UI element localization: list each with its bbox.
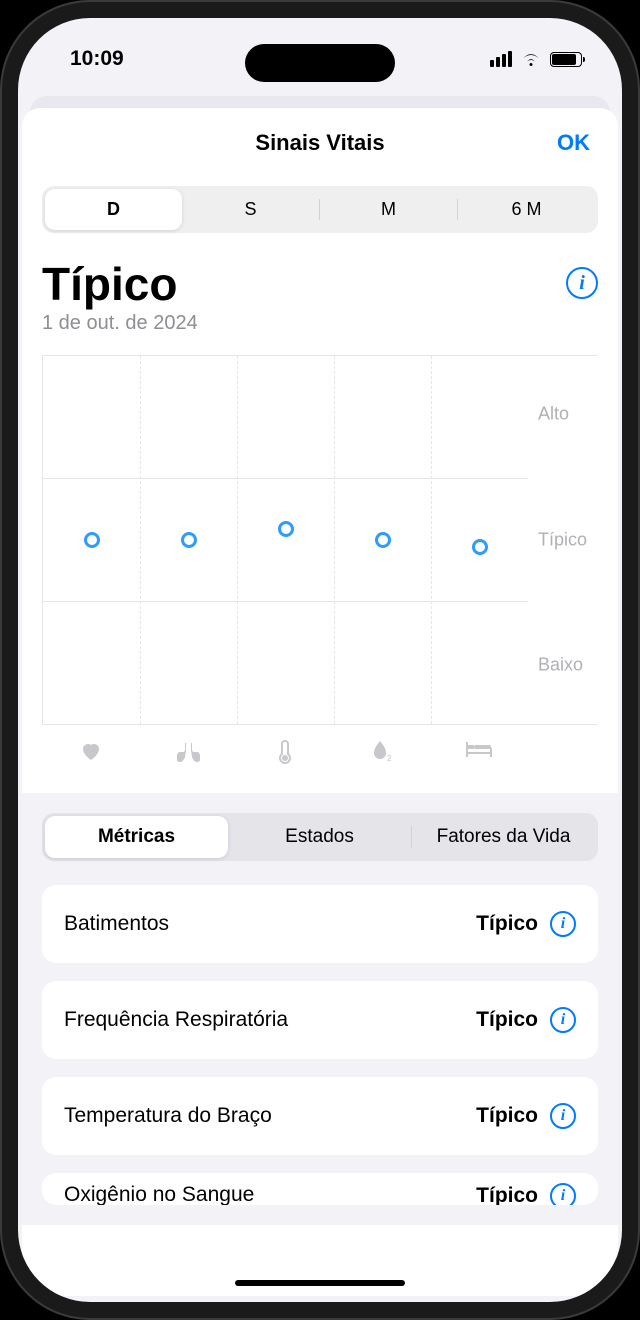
info-icon[interactable]: i — [550, 1103, 576, 1129]
info-icon[interactable]: i — [550, 911, 576, 937]
tab-metrics[interactable]: Métricas — [45, 816, 228, 858]
page-title: Sinais Vitais — [255, 130, 384, 156]
range-tab-month[interactable]: M — [320, 189, 457, 230]
time-range-segmented[interactable]: D S M 6 M — [42, 186, 598, 233]
metric-label: Temperatura do Braço — [64, 1104, 272, 1128]
chart-point-sleep — [472, 539, 488, 555]
range-tab-6month[interactable]: 6 M — [458, 189, 595, 230]
metric-label: Batimentos — [64, 912, 169, 936]
metric-status: Típico — [476, 1104, 538, 1128]
summary-date: 1 de out. de 2024 — [42, 312, 198, 335]
tab-life-factors[interactable]: Fatores da Vida — [412, 816, 595, 858]
ok-button[interactable]: OK — [557, 130, 590, 156]
metric-label: Oxigênio no Sangue — [64, 1183, 254, 1205]
metric-row-wrist-temp[interactable]: Temperatura do Braço Típico i — [42, 1077, 598, 1155]
metric-status: Típico — [476, 1008, 538, 1032]
lungs-icon — [139, 739, 236, 765]
bed-icon — [431, 739, 528, 765]
svg-text:2: 2 — [387, 754, 392, 763]
chart-point-temperature — [278, 521, 294, 537]
summary-status: Típico — [42, 259, 198, 310]
range-tab-day[interactable]: D — [45, 189, 182, 230]
chart-point-lungs — [181, 532, 197, 548]
status-time: 10:09 — [70, 47, 124, 71]
tab-states[interactable]: Estados — [228, 816, 411, 858]
metric-row-respiratory[interactable]: Frequência Respiratória Típico i — [42, 981, 598, 1059]
y-label-typical: Típico — [538, 529, 587, 550]
y-label-low: Baixo — [538, 654, 583, 675]
metric-label: Frequência Respiratória — [64, 1008, 288, 1032]
battery-icon — [550, 52, 582, 67]
home-indicator[interactable] — [235, 1280, 405, 1286]
metric-status: Típico — [476, 912, 538, 936]
y-label-high: Alto — [538, 404, 569, 425]
range-tab-week[interactable]: S — [182, 189, 319, 230]
metric-row-blood-oxygen[interactable]: Oxigênio no Sangue Típico i — [42, 1173, 598, 1205]
metric-status: Típico — [476, 1184, 538, 1205]
thermometer-icon — [236, 739, 333, 765]
info-icon[interactable]: i — [550, 1183, 576, 1205]
cellular-icon — [490, 51, 512, 67]
metric-row-heartrate[interactable]: Batimentos Típico i — [42, 885, 598, 963]
oxygen-icon: 2 — [334, 739, 431, 765]
status-indicators — [490, 51, 582, 67]
heart-icon — [42, 739, 139, 765]
chart-point-heart — [84, 532, 100, 548]
section-segmented[interactable]: Métricas Estados Fatores da Vida — [42, 813, 598, 861]
wifi-icon — [520, 51, 542, 67]
vitals-chart[interactable]: Alto Típico Baixo — [42, 355, 598, 765]
info-icon[interactable]: i — [566, 267, 598, 299]
info-icon[interactable]: i — [550, 1007, 576, 1033]
chart-point-oxygen — [375, 532, 391, 548]
